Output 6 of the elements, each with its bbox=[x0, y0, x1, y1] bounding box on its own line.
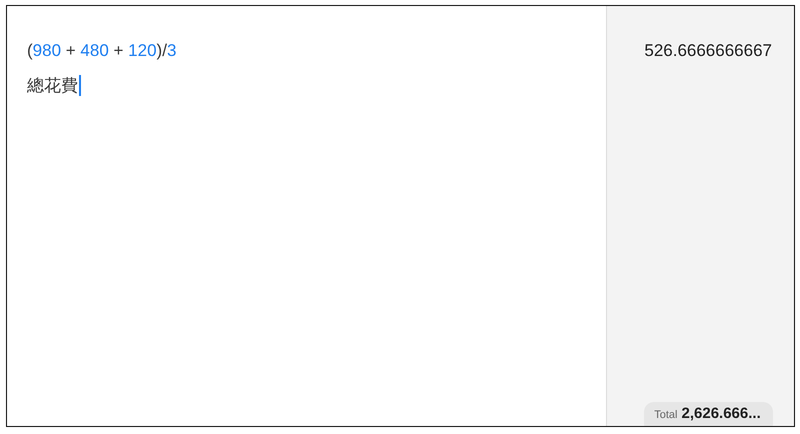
result-value: 526.6666666667 bbox=[644, 41, 772, 61]
total-value: 2,626.666... bbox=[682, 405, 761, 422]
expression-line[interactable]: (980 + 480 + 120)/3 bbox=[27, 41, 176, 61]
expression-line[interactable]: 總花費 bbox=[27, 74, 78, 96]
total-label: Total bbox=[654, 409, 678, 421]
total-pill[interactable]: Total 2,626.666... bbox=[644, 402, 773, 426]
